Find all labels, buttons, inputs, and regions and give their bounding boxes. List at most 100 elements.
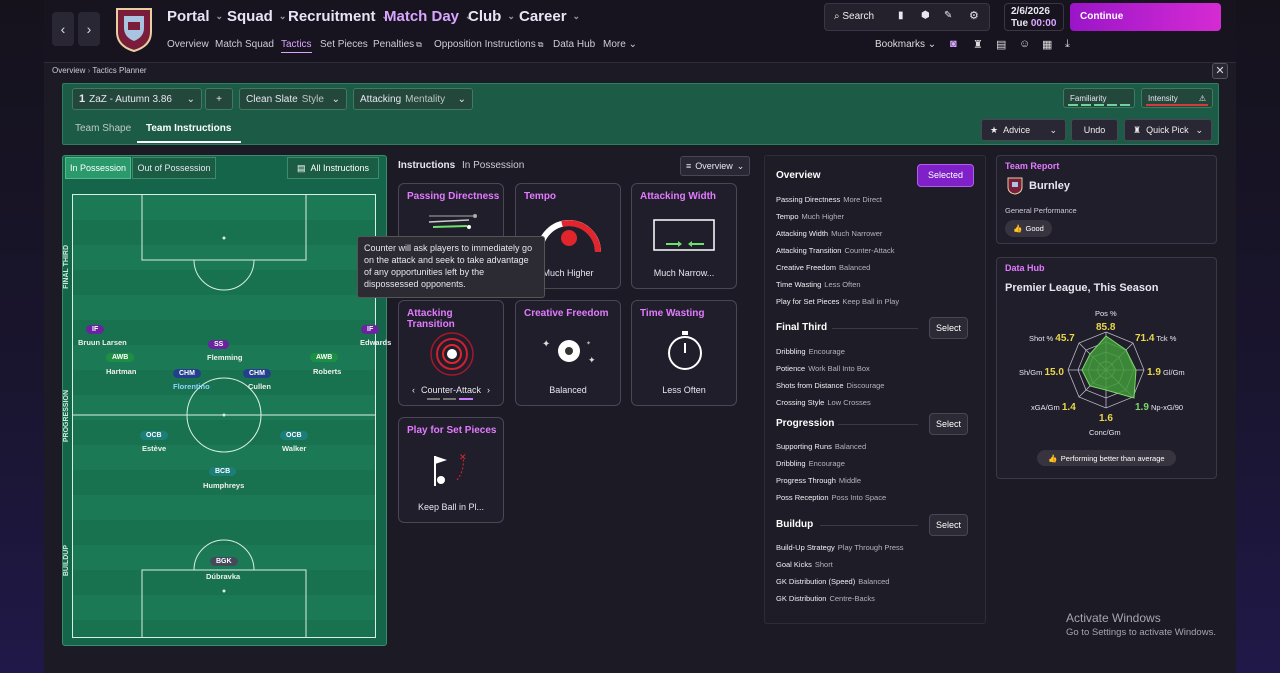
menu-club[interactable]: Club ⌄ (468, 8, 515, 25)
menu-career[interactable]: Career ⌄ (519, 8, 580, 25)
player-name[interactable]: Humphreys (203, 481, 244, 490)
subtab-data-hub[interactable]: Data Hub (553, 39, 595, 50)
chevron-down-icon: ⌄ (1195, 124, 1203, 135)
chevron-down-icon: ⌄ (186, 93, 195, 105)
player-position[interactable]: OCB (280, 431, 308, 440)
mentality-dropdown[interactable]: Attacking Mentality ⌄ (353, 88, 473, 110)
chat-icon[interactable]: ◙ (950, 38, 957, 50)
svg-text:✕: ✕ (459, 453, 467, 463)
date-text: 2/6/2026 (1011, 6, 1050, 17)
forward-button[interactable]: › (78, 12, 100, 46)
player-name[interactable]: Florentino (173, 382, 210, 391)
chevron-down-icon: ⌄ (215, 11, 224, 21)
progression-select-button[interactable]: Select (929, 413, 968, 435)
player-position[interactable]: CHM (173, 369, 201, 378)
player-position[interactable]: IF (86, 325, 105, 334)
player-name[interactable]: Bruun Larsen (78, 338, 127, 347)
player-name[interactable]: Hartman (106, 367, 136, 376)
menu-recruitment[interactable]: Recruitment ⌄ (288, 8, 389, 25)
subtab-overview[interactable]: Overview (167, 39, 209, 50)
final-third-select-button[interactable]: Select (929, 317, 968, 339)
buildup-title: Buildup (776, 519, 814, 530)
clipboard-icon[interactable]: ▤ (996, 38, 1006, 51)
instructions-title: Instructions In Possession (398, 160, 525, 171)
overview-line: Poss Reception Poss Into Space (776, 493, 887, 502)
continue-button[interactable]: Continue (1070, 3, 1221, 31)
player-name[interactable]: Estève (142, 444, 166, 453)
subtab-opposition-instructions[interactable]: Opposition Instructions ⧉ (434, 39, 543, 50)
overview-line: GK Distribution Centre-Backs (776, 594, 875, 603)
settings-gear-icon[interactable]: ⚙ (969, 9, 979, 22)
final-third-title: Final Third (776, 322, 828, 333)
player-name[interactable]: Dúbravka (206, 572, 240, 581)
overview-line: Goal Kicks Short (776, 560, 833, 569)
chevron-down-icon: ⌄ (572, 11, 581, 21)
card-title: Attacking Transition (407, 308, 455, 330)
quick-pick-button[interactable]: ♜ Quick Pick ⌄ (1124, 119, 1212, 141)
tab-team-instructions[interactable]: Team Instructions (146, 123, 231, 134)
player-position[interactable]: BCB (209, 467, 237, 476)
menu-match-day[interactable]: Match Day ⌄ (384, 8, 473, 25)
subtab-more[interactable]: More ⌄ (603, 39, 637, 50)
ball-sparkle-icon: ✦ ✦ ✦ (542, 339, 596, 366)
back-button[interactable]: ‹ (52, 12, 74, 46)
breadcrumb-overview[interactable]: Overview (52, 66, 85, 75)
card-time-wasting[interactable]: Time Wasting Less Often (631, 300, 737, 406)
card-creative-freedom[interactable]: Creative Freedom ✦ ✦ ✦ Balanced (515, 300, 621, 406)
player-position[interactable]: IF (361, 325, 380, 334)
stat-xga: xGA/Gm 1.4 (1031, 402, 1076, 413)
buildup-select-button[interactable]: Select (929, 514, 968, 536)
tab-in-possession[interactable]: In Possession (65, 157, 131, 179)
subtab-tactics[interactable]: Tactics (281, 39, 312, 53)
date-display[interactable]: 2/6/2026 Tue 00:00 (1004, 3, 1064, 31)
player-position[interactable]: BGK (210, 557, 238, 566)
player-position[interactable]: OCB (140, 431, 168, 440)
card-title: Attacking Width (640, 191, 717, 202)
subtab-match-squad[interactable]: Match Squad (215, 39, 274, 50)
selected-button[interactable]: Selected (917, 164, 974, 187)
document-icon: ▤ (296, 162, 306, 173)
all-instructions-button[interactable]: ▤ All Instructions (287, 157, 379, 179)
player-name[interactable]: Walker (282, 444, 306, 453)
external-link-icon: ⧉ (537, 40, 544, 49)
menu-squad[interactable]: Squad ⌄ (227, 8, 286, 25)
search-button[interactable]: ⌕ Search (834, 11, 874, 22)
menu-portal[interactable]: Portal ⌄ (167, 8, 223, 25)
download-icon[interactable]: ⤓ (1065, 38, 1070, 51)
player-position[interactable]: CHM (243, 369, 271, 378)
chevron-right-icon: › (487, 385, 491, 395)
bookmarks-button[interactable]: Bookmarks ⌄ (875, 39, 936, 50)
club-badge[interactable] (114, 6, 154, 53)
player-position[interactable]: AWB (310, 353, 339, 362)
close-icon[interactable]: ✕ (1212, 63, 1228, 79)
tactic-selector[interactable]: 1 ZaZ - Autumn 3.86 ⌄ (72, 88, 202, 110)
subtab-set-pieces[interactable]: Set Pieces (320, 39, 368, 50)
player-name[interactable]: Roberts (313, 367, 341, 376)
player-name[interactable]: Edwards (360, 338, 391, 347)
tab-team-shape[interactable]: Team Shape (75, 123, 131, 134)
undo-button[interactable]: Undo (1071, 119, 1118, 141)
player-position[interactable]: SS (208, 340, 230, 349)
style-dropdown[interactable]: Clean Slate Style ⌄ (239, 88, 347, 110)
view-dropdown[interactable]: ≡ Overview ⌄ (680, 156, 750, 176)
stat-sh-gm: Sh/Gm 15.0 (1019, 367, 1064, 378)
subtab-penalties[interactable]: Penalties ⧉ (373, 39, 422, 50)
card-value: Less Often (662, 385, 706, 395)
advice-button[interactable]: ★ Advice ⌄ (981, 119, 1066, 141)
calendar-icon[interactable]: ▦ (1042, 38, 1052, 51)
edit-icon[interactable]: ✎ (944, 10, 952, 21)
overview-line: Time Wasting Less Often (776, 280, 861, 289)
inbox-icon[interactable]: ▮ (898, 10, 904, 21)
player-name[interactable]: Flemming (207, 353, 242, 362)
add-tactic-button[interactable]: + (205, 88, 233, 110)
transition-selector[interactable]: ‹ Counter-Attack › (399, 385, 503, 395)
player-name[interactable]: Cullen (248, 382, 271, 391)
card-play-for-set-pieces[interactable]: Play for Set Pieces ✕ Keep Ball in Pl... (398, 417, 504, 523)
staff-icon[interactable]: ☺ (1019, 38, 1030, 50)
kit-icon[interactable]: ♜ (973, 38, 983, 51)
player-position[interactable]: AWB (106, 353, 135, 362)
card-attacking-transition[interactable]: Attacking Transition ‹ Counter-Attack › (398, 300, 504, 406)
card-attacking-width[interactable]: Attacking Width Much Narrow... (631, 183, 737, 289)
dashboard-icon[interactable]: ⬢ (921, 10, 930, 21)
tab-out-of-possession[interactable]: Out of Possession (132, 157, 216, 179)
